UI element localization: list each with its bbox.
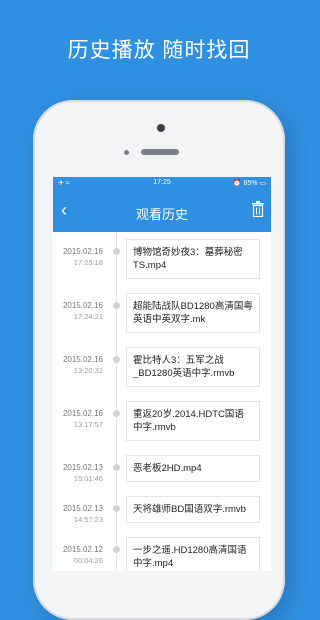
list-item[interactable]: 2015.02.13 14:57:23 天将雄师BD国语双字.rmvb bbox=[53, 493, 271, 534]
entry-datetime: 2015.02.12 00:04:26 bbox=[62, 545, 103, 565]
entry-datetime: 2015.02.16 17:24:21 bbox=[62, 301, 103, 321]
timeline-dot bbox=[113, 505, 120, 512]
navigation-bar: ‹ 观看历史 bbox=[53, 190, 271, 232]
timeline-dot bbox=[113, 464, 120, 471]
video-title-card[interactable]: 天将雄师BD国语双字.rmvb bbox=[126, 496, 260, 523]
timeline-dot bbox=[113, 248, 120, 255]
promo-tagline: 历史播放 随时找回 bbox=[67, 39, 251, 62]
list-item[interactable]: 2015.02.13 15:01:46 恶老板2HD.mp4 bbox=[53, 452, 271, 493]
entry-datetime: 2015.02.16 13:20:32 bbox=[62, 355, 103, 375]
video-title-card[interactable]: 超能陆战队BD1280高清国粤英语中英双字.mk bbox=[126, 293, 260, 333]
video-title-card[interactable]: 重返20岁.2014.HDTC国语中字.rmvb bbox=[126, 401, 260, 441]
list-item[interactable]: 2015.02.16 17:25:18 博物馆奇妙夜3：墓葬秘密TS.mp4 bbox=[53, 236, 271, 290]
entry-datetime: 2015.02.13 15:01:46 bbox=[62, 463, 103, 483]
proximity-sensor bbox=[124, 150, 129, 155]
status-right-icons: ⏰ 85% ▭ bbox=[232, 180, 266, 187]
page-title: 观看历史 bbox=[135, 207, 188, 222]
front-camera bbox=[157, 124, 165, 132]
phone-screen: ✈ ≈ 17:25 ⏰ 85% ▭ ‹ 观看历史 2015.02.16 17:25… bbox=[53, 177, 271, 571]
earpiece-speaker bbox=[141, 149, 179, 155]
timeline-dot bbox=[113, 302, 120, 309]
video-title-card[interactable]: 一步之遥.HD1280高清国语中字.mp4 bbox=[126, 537, 260, 571]
list-item[interactable]: 2015.02.16 13:20:32 霍比特人3：五军之战_BD1280英语中字… bbox=[53, 344, 271, 398]
timeline-dot bbox=[113, 356, 120, 363]
status-bar: ✈ ≈ 17:25 ⏰ 85% ▭ bbox=[53, 177, 271, 190]
video-title-card[interactable]: 恶老板2HD.mp4 bbox=[126, 455, 260, 482]
video-title-card[interactable]: 霍比特人3：五军之战_BD1280英语中字.rmvb bbox=[126, 347, 260, 387]
timeline-dot bbox=[113, 410, 120, 417]
entry-datetime: 2015.02.16 13:17:57 bbox=[62, 409, 103, 429]
entry-datetime: 2015.02.16 17:25:18 bbox=[62, 247, 103, 267]
list-item[interactable]: 2015.02.12 00:04:26 一步之遥.HD1280高清国语中字.mp4 bbox=[53, 534, 271, 571]
video-title-card[interactable]: 博物馆奇妙夜3：墓葬秘密TS.mp4 bbox=[126, 239, 260, 279]
timeline-dot bbox=[113, 546, 120, 553]
list-item[interactable]: 2015.02.16 17:24:21 超能陆战队BD1280高清国粤英语中英双字… bbox=[53, 290, 271, 344]
history-list: 2015.02.16 17:25:18 博物馆奇妙夜3：墓葬秘密TS.mp4 20… bbox=[53, 232, 271, 571]
list-item[interactable]: 2015.02.16 13:17:57 重返20岁.2014.HDTC国语中字.r… bbox=[53, 398, 271, 452]
trash-icon[interactable] bbox=[252, 201, 264, 217]
entry-datetime: 2015.02.13 14:57:23 bbox=[62, 504, 103, 524]
